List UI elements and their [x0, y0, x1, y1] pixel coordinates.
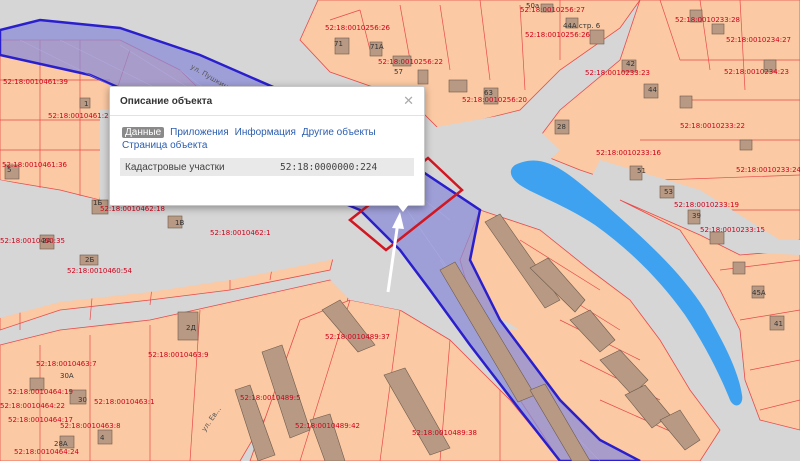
cadastral-label: 52:18:0010233:28 — [675, 16, 740, 24]
cadastral-label: 52:18:0010489:38 — [412, 429, 477, 437]
house-number: 39 — [692, 212, 701, 220]
house-number: 41 — [774, 320, 783, 328]
popup-tabs: Данные Приложения Информация Другие объекты… — [110, 116, 424, 152]
cadastral-label: 52:18:0010256:22 — [378, 58, 443, 66]
house-number: 28А — [54, 440, 68, 448]
close-icon[interactable]: ✕ — [403, 95, 414, 108]
cadastral-label: 52:18:0010464:22 — [0, 402, 65, 410]
attribute-row: Кадастровые участки 52:18:0000000:224 — [120, 158, 414, 176]
cadastral-label: 52:18:0010460:54 — [67, 267, 133, 275]
house-number: 2Б — [85, 256, 94, 264]
house-number: 53 — [664, 188, 673, 196]
cadastral-label: 52:18:0010461:36 — [2, 161, 68, 169]
cadastral-label: 52:18:0010461:39 — [3, 78, 68, 86]
cadastral-label: 52:18:0010233:19 — [674, 201, 739, 209]
cadastral-label: 52:18:0010462:1 — [210, 229, 271, 237]
cadastral-label: 52:18:0010234:23 — [724, 68, 789, 76]
tab-data[interactable]: Данные — [122, 127, 165, 138]
house-number: 30А — [60, 372, 74, 380]
tab-information[interactable]: Информация — [235, 127, 296, 138]
house-number: 71 — [334, 40, 343, 48]
house-number: 28 — [557, 123, 566, 131]
cadastral-label: 52:18:0010233:15 — [700, 226, 765, 234]
house-number: 71А — [370, 43, 384, 51]
house-number: 1 — [84, 100, 88, 108]
cadastral-label: 52:18:0010489:37 — [325, 333, 390, 341]
attribute-value[interactable]: 52:18:0000000:224 — [280, 162, 377, 173]
cadastral-label: 52:18:0010464:24 — [14, 448, 80, 456]
popup-title: Описание объекта — [120, 95, 213, 107]
object-description-popup[interactable]: Описание объекта ✕ Данные Приложения Инфор… — [109, 86, 425, 206]
house-number: 2А — [42, 237, 51, 245]
house-number: 1Б — [93, 199, 102, 207]
popup-header: Описание объекта ✕ — [110, 87, 424, 116]
cadastral-map[interactable]: ул. Пушкинскаяул. Ев... 52:18:0010256:26… — [0, 0, 800, 461]
cadastral-label: 52:18:0010233:24 — [736, 166, 800, 174]
house-number: 45А — [752, 289, 766, 297]
tab-attachments[interactable]: Приложения — [170, 127, 229, 138]
attribute-label: Кадастровые участки — [125, 161, 225, 173]
cadastral-label: 52:18:0010463:8 — [60, 422, 121, 430]
cadastral-label: 52:18:0010256:26 — [525, 31, 591, 39]
house-number: 4 — [100, 434, 105, 442]
cadastral-label: 52:18:0010460:35 — [0, 237, 65, 245]
cadastral-label: 52:18:0010462:18 — [100, 205, 165, 213]
house-number: 1В — [175, 219, 184, 227]
cadastral-label: 52:18:0010463:7 — [36, 360, 97, 368]
cadastral-label: 52:18:0010234:27 — [726, 36, 791, 44]
cadastral-label: 52:18:0010233:23 — [585, 69, 650, 77]
cadastral-label: 52:18:0010461:26 — [48, 112, 114, 120]
house-number: 30 — [78, 396, 87, 404]
cadastral-label: 52:18:0010489:42 — [295, 422, 360, 430]
cadastral-label: 52:18:0010463:1 — [94, 398, 155, 406]
cadastral-label: 52:18:0010256:20 — [462, 96, 527, 104]
object-page-link[interactable]: Страница объекта — [122, 140, 207, 151]
house-number: 2Д — [186, 324, 196, 332]
cadastral-label: 52:18:0010256:26 — [325, 24, 391, 32]
cadastral-label: 52:18:0010489:5 — [240, 394, 301, 402]
house-number: 44 — [648, 86, 657, 94]
popup-pointer — [396, 203, 410, 212]
tab-other-objects[interactable]: Другие объекты — [302, 127, 376, 138]
cadastral-label: 52:18:0010463:9 — [148, 351, 209, 359]
house-number: 51 — [637, 167, 646, 175]
house-number: 50а — [526, 2, 539, 10]
house-number: 63 — [484, 89, 493, 97]
cadastral-label: 52:18:0010464:19 — [8, 388, 73, 396]
cadastral-label: 52:18:0010233:22 — [680, 122, 745, 130]
house-number: 44А стр. 6 — [563, 22, 601, 30]
house-number: 57 — [394, 68, 403, 76]
house-number: 42 — [626, 60, 635, 68]
cadastral-label: 52:18:0010233:16 — [596, 149, 662, 157]
house-number: 5 — [7, 166, 11, 174]
